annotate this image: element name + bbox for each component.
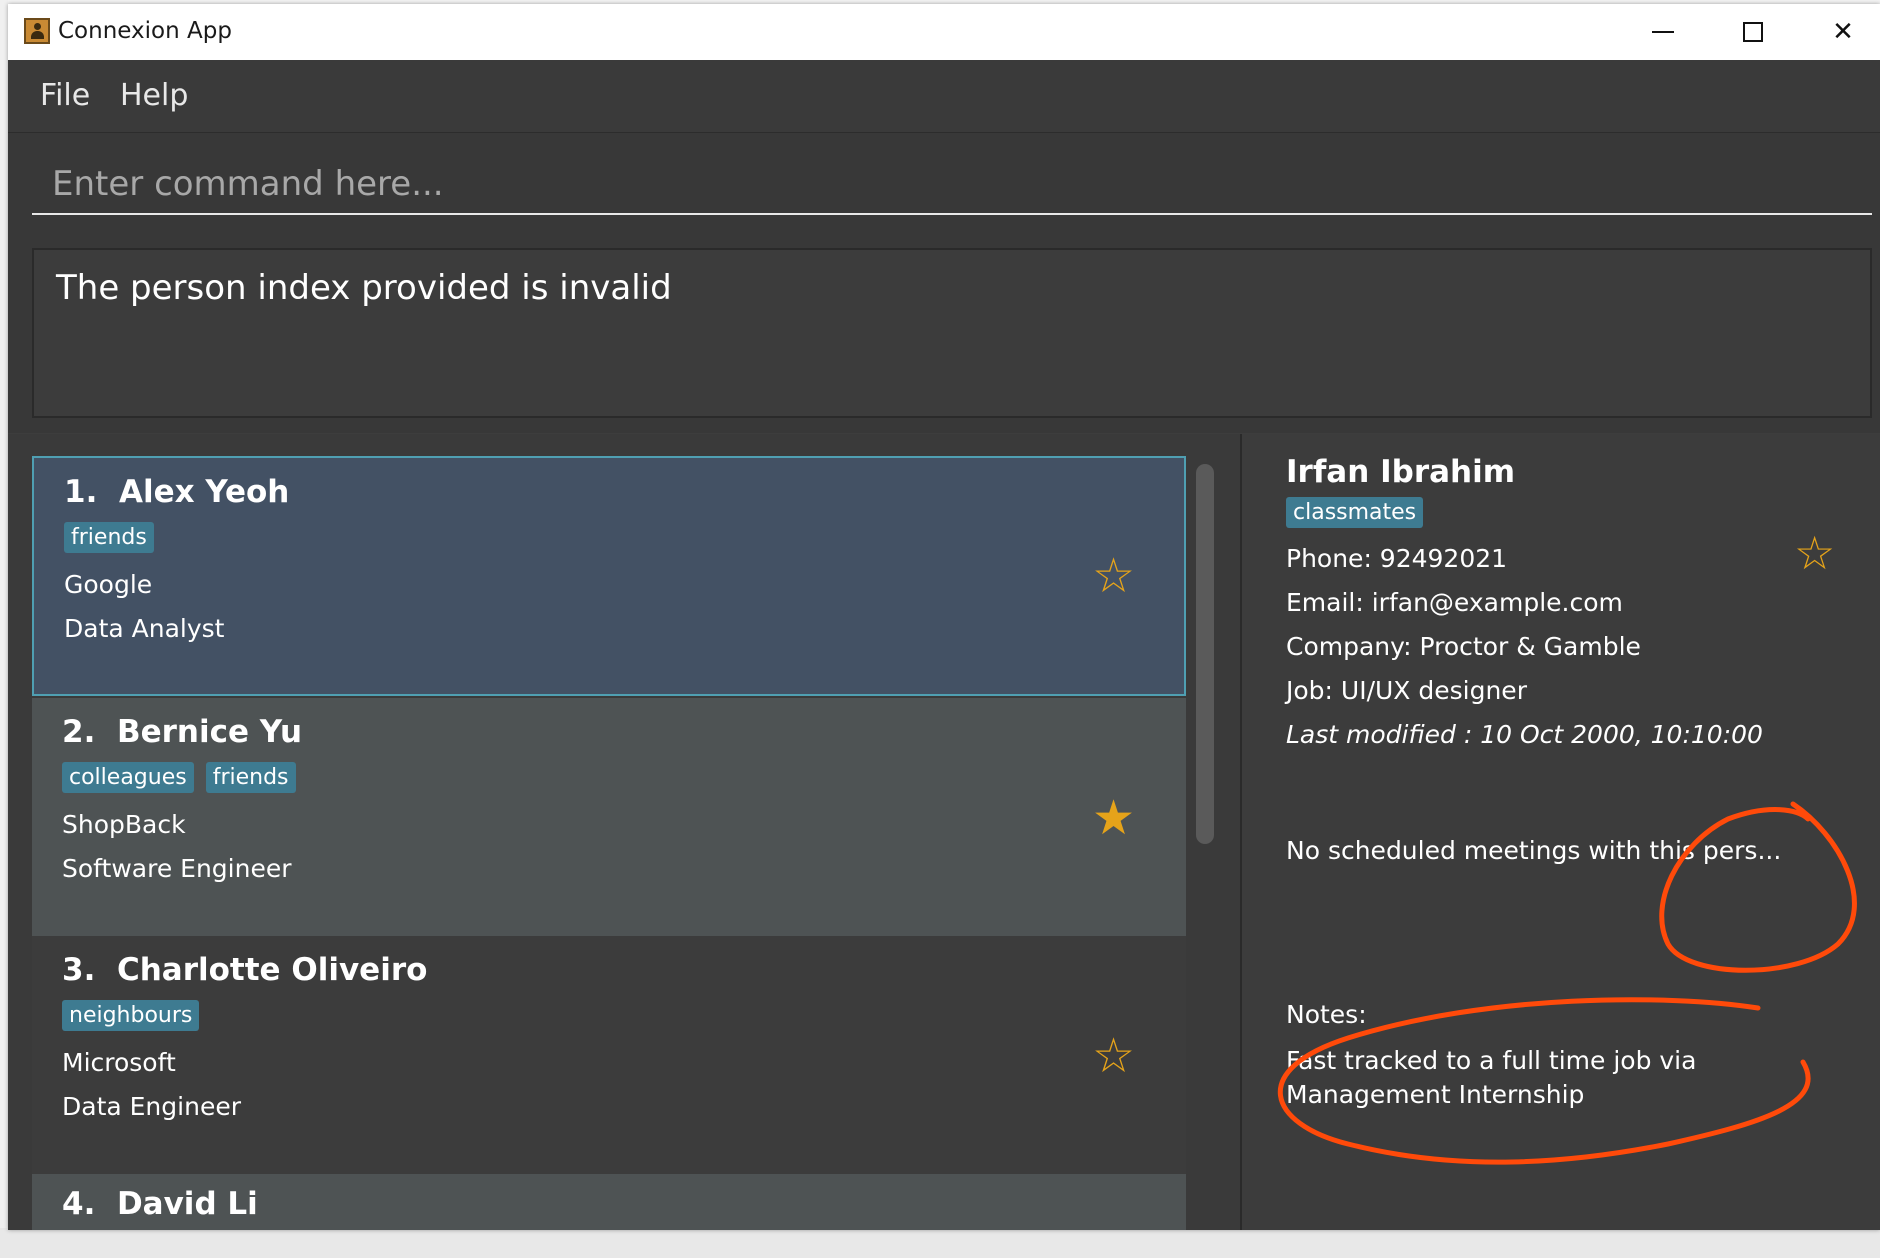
list-scrollbar[interactable]	[1196, 464, 1214, 844]
star-outline-icon[interactable]: ☆	[1794, 530, 1835, 576]
title-bar[interactable]: Connexion App ✕	[8, 4, 1880, 60]
contact-card[interactable]: 3. Charlotte Oliveiro neighbours Microso…	[32, 936, 1186, 1174]
background-bottom	[0, 1228, 1880, 1258]
contact-name: 4. David Li	[62, 1186, 258, 1222]
contact-name-text: Bernice Yu	[116, 714, 303, 750]
contact-name-text: Alex Yeoh	[118, 474, 290, 510]
menu-help[interactable]: Help	[120, 78, 188, 113]
app-icon	[24, 18, 50, 44]
detail-name: Irfan Ibrahim	[1286, 454, 1516, 490]
minimize-icon	[1652, 31, 1674, 33]
contact-tags: friends	[64, 522, 154, 553]
tag: classmates	[1286, 497, 1424, 528]
contact-job: Software Engineer	[62, 854, 292, 883]
star-filled-icon[interactable]: ★	[1092, 794, 1135, 842]
detail-notes-label: Notes:	[1286, 1000, 1367, 1029]
detail-notes: Fast tracked to a full time job via Mana…	[1286, 1046, 1697, 1109]
contact-name: 2. Bernice Yu	[62, 714, 302, 750]
contact-name-text: David Li	[116, 1186, 258, 1222]
background-edge	[0, 0, 8, 1258]
detail-tags: classmates	[1286, 497, 1424, 528]
minimize-button[interactable]	[1623, 4, 1703, 60]
contact-index: 4.	[62, 1186, 96, 1222]
tag: friends	[205, 762, 296, 793]
contact-name: 3. Charlotte Oliveiro	[62, 952, 427, 988]
close-button[interactable]: ✕	[1803, 4, 1880, 60]
contact-detail-panel: Irfan Ibrahim classmates Phone: 92492021…	[1242, 434, 1880, 1230]
detail-meetings: No scheduled meetings with this pers...	[1286, 836, 1782, 865]
detail-last-modified: Last modified : 10 Oct 2000, 10:10:00	[1286, 720, 1763, 749]
contact-card[interactable]: 4. David Li	[32, 1174, 1186, 1230]
detail-phone: Phone: 92492021	[1286, 544, 1508, 573]
app-window: Connexion App ✕ File Help The person ind…	[8, 4, 1880, 1230]
detail-email: Email: irfan@example.com	[1286, 588, 1623, 617]
contact-job: Data Engineer	[62, 1092, 241, 1121]
close-icon: ✕	[1832, 17, 1854, 47]
tag: neighbours	[62, 1000, 200, 1031]
contact-name-text: Charlotte Oliveiro	[116, 952, 428, 988]
tag: colleagues	[62, 762, 194, 793]
tag: friends	[64, 522, 154, 553]
menu-bar: File Help	[8, 60, 1880, 133]
command-input[interactable]	[32, 155, 1872, 215]
contact-name: 1. Alex Yeoh	[64, 474, 289, 510]
contact-company: Microsoft	[62, 1048, 176, 1077]
window-title: Connexion App	[58, 18, 232, 44]
maximize-button[interactable]	[1713, 4, 1793, 60]
contact-company: ShopBack	[62, 810, 186, 839]
result-area: The person index provided is invalid	[8, 233, 1880, 433]
contact-card[interactable]: 1. Alex Yeoh friends Google Data Analyst…	[32, 456, 1186, 696]
star-outline-icon[interactable]: ☆	[1092, 1032, 1135, 1080]
detail-company: Company: Proctor & Gamble	[1286, 632, 1641, 661]
contact-index: 1.	[64, 474, 98, 510]
star-outline-icon[interactable]: ☆	[1092, 552, 1135, 600]
contact-index: 2.	[62, 714, 96, 750]
contact-list-panel: 1. Alex Yeoh friends Google Data Analyst…	[8, 434, 1242, 1230]
contact-tags: neighbours	[62, 1000, 200, 1031]
result-display: The person index provided is invalid	[32, 248, 1872, 418]
contact-company: Google	[64, 570, 153, 599]
command-area	[8, 133, 1880, 233]
contact-index: 3.	[62, 952, 96, 988]
maximize-icon	[1743, 22, 1763, 42]
contact-job: Data Analyst	[64, 614, 225, 643]
detail-job: Job: UI/UX designer	[1286, 676, 1527, 705]
contact-tags: colleagues friends	[62, 762, 296, 793]
contact-card[interactable]: 2. Bernice Yu colleagues friends ShopBac…	[32, 698, 1186, 936]
menu-file[interactable]: File	[40, 78, 90, 113]
